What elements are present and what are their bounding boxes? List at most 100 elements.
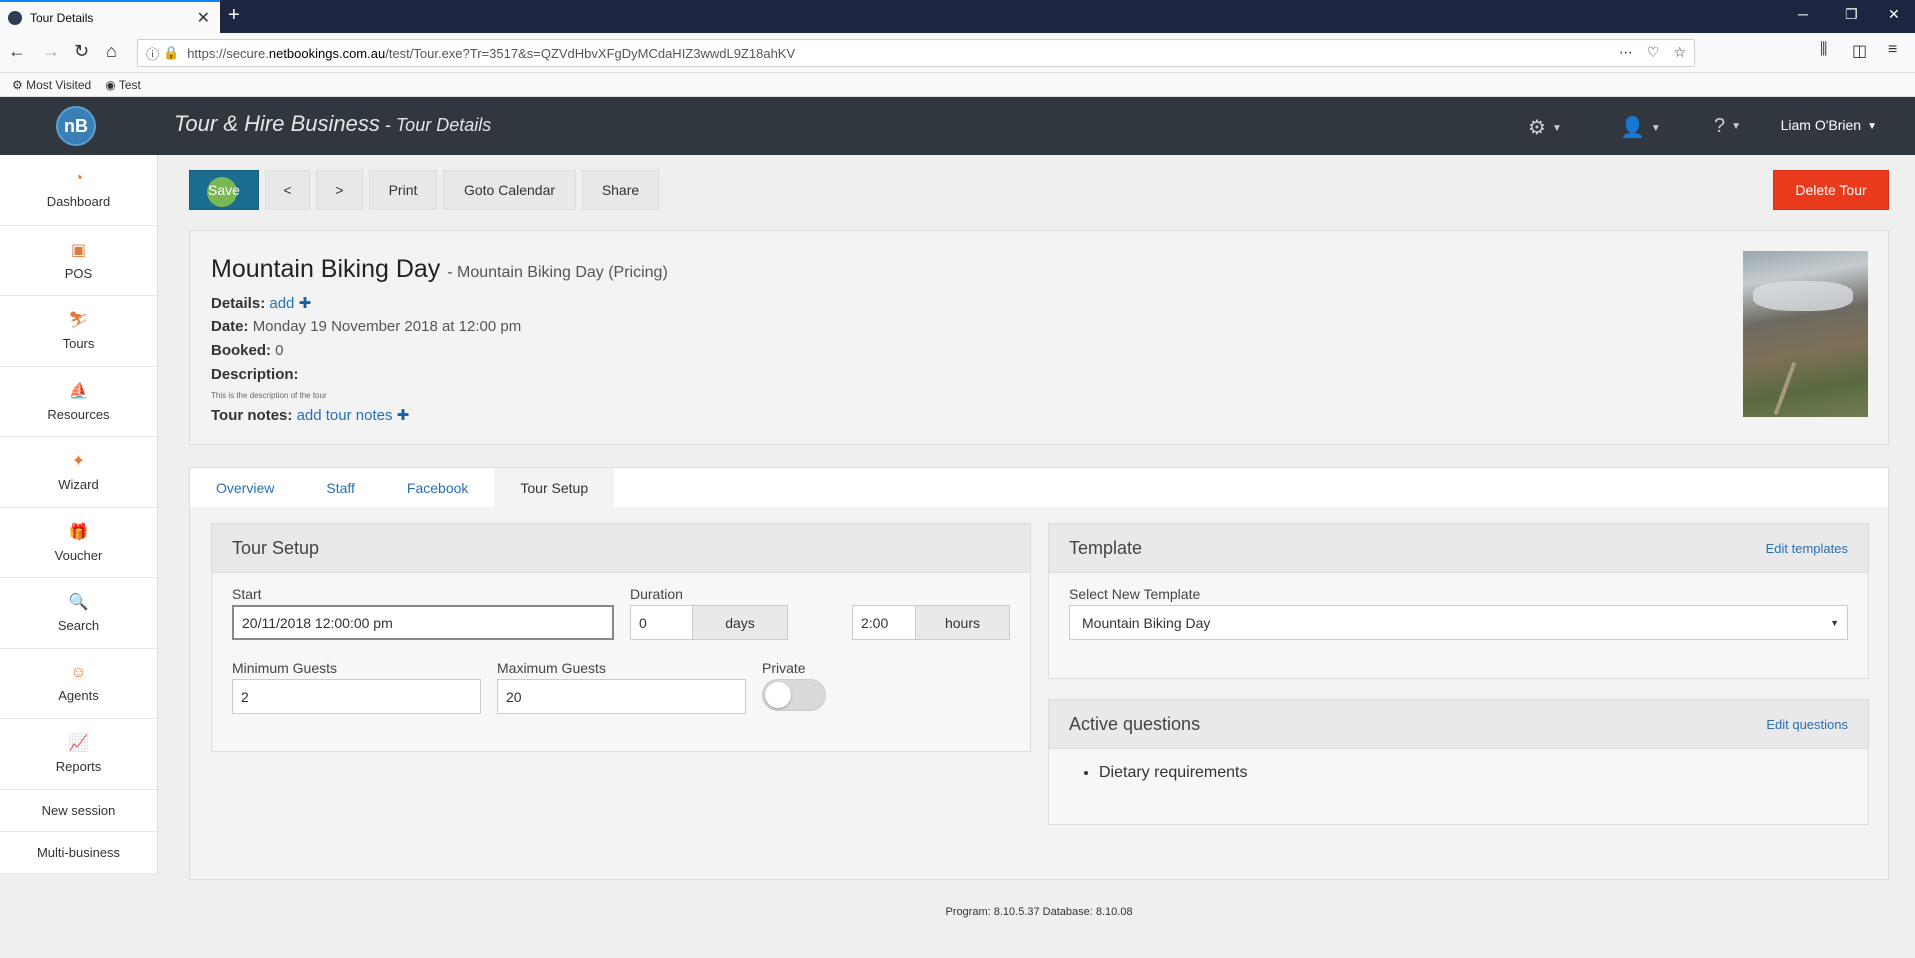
sidebar-item-resources[interactable]: ⛵ Resources — [0, 367, 157, 437]
user-agent-icon[interactable]: 👤 ▼ — [1620, 115, 1661, 140]
questions-list: Dietary requirements — [1099, 764, 1248, 782]
new-tab-button[interactable]: + — [228, 4, 240, 27]
tabs-container: Overview Staff Facebook Tour Setup Tour … — [189, 467, 1889, 880]
tab-tour-setup[interactable]: Tour Setup — [494, 468, 615, 507]
delete-tour-button[interactable]: Delete Tour — [1773, 170, 1889, 210]
logo[interactable]: nB — [56, 106, 96, 146]
help-icon[interactable]: ? ▼ — [1714, 115, 1741, 138]
print-button[interactable]: Print — [369, 170, 437, 210]
edit-questions-link[interactable]: Edit questions — [1766, 717, 1848, 732]
max-guests-input[interactable] — [497, 679, 746, 714]
tour-notes-row: Tour notes: add tour notes ✚ — [211, 407, 410, 424]
close-tab-icon[interactable]: ✕ — [197, 8, 210, 28]
tour-summary: Mountain Biking Day - Mountain Biking Da… — [189, 230, 1889, 445]
more-actions-icon[interactable]: ⋯ — [1619, 44, 1633, 61]
close-window-icon[interactable]: ✕ — [1888, 6, 1900, 23]
questions-panel: Active questions Edit questions Dietary … — [1048, 699, 1869, 825]
sidebar-item-voucher[interactable]: 🎁 Voucher — [0, 508, 157, 578]
template-select[interactable]: Mountain Biking Day ▼ — [1069, 605, 1848, 640]
details-row: Details: add ✚ — [211, 295, 312, 312]
reports-icon: 📈 — [68, 735, 89, 753]
start-label: Start — [232, 586, 262, 602]
browser-tab[interactable]: Tour Details ✕ — [0, 0, 220, 33]
agents-icon: ☺ — [70, 663, 87, 681]
tour-title: Mountain Biking Day - Mountain Biking Da… — [211, 255, 668, 283]
sidebar-new-session[interactable]: New session — [0, 790, 157, 832]
sidebar-item-pos[interactable]: ▣ POS — [0, 226, 157, 296]
pos-icon: ▣ — [70, 241, 87, 259]
sidebar-item-wizard[interactable]: ✦ Wizard — [0, 437, 157, 508]
next-button[interactable]: > — [316, 170, 363, 210]
template-header: Template Edit templates — [1049, 524, 1868, 573]
start-input[interactable] — [232, 605, 614, 640]
plus-icon: ✚ — [396, 407, 410, 424]
bookmark-test[interactable]: ◉ Test — [105, 78, 141, 92]
browser-tab-bar: Tour Details ✕ + ─ ❐ ✕ — [0, 0, 1915, 33]
user-menu[interactable]: Liam O'Brien ▼ — [1781, 117, 1877, 133]
sidebar-item-dashboard[interactable]: ◔ Dashboard — [0, 155, 157, 226]
tour-thumbnail[interactable] — [1743, 251, 1868, 417]
duration-label: Duration — [630, 586, 683, 602]
forward-icon[interactable]: → — [42, 41, 60, 62]
page-title: Tour & Hire Business - Tour Details — [174, 111, 492, 136]
add-tour-notes-link[interactable]: add tour notes ✚ — [297, 407, 410, 424]
voucher-icon: 🎁 — [68, 523, 89, 541]
duration-days-input[interactable] — [630, 605, 693, 640]
previous-button[interactable]: < — [265, 170, 310, 210]
url-bar[interactable]: ⓘ 🔒 https://secure. netbookings.com.au/te… — [137, 39, 1695, 67]
menu-icon[interactable]: ≡ — [1888, 41, 1897, 59]
settings-gear-icon[interactable]: ⚙ ▼ — [1528, 115, 1562, 140]
goto-calendar-button[interactable]: Goto Calendar — [443, 170, 576, 210]
sidebar-toggle-icon[interactable]: ◫ — [1852, 41, 1867, 61]
minimize-icon[interactable]: ─ — [1798, 6, 1808, 22]
hours-addon: hours — [915, 605, 1010, 640]
tab-overview[interactable]: Overview — [190, 468, 300, 507]
restore-icon[interactable]: ❐ — [1845, 6, 1858, 23]
sidebar-item-search[interactable]: 🔍 Search — [0, 578, 157, 649]
url-prefix: https://secure. — [187, 45, 269, 61]
bookmarks-bar: ⚙ Most Visited ◉ Test — [0, 73, 1915, 97]
sidebar-multi-business[interactable]: Multi-business — [0, 832, 157, 874]
home-icon[interactable]: ⌂ — [106, 41, 117, 62]
info-icon[interactable]: ⓘ — [146, 44, 159, 63]
list-item: Dietary requirements — [1099, 764, 1248, 782]
sidebar-item-tours[interactable]: ⛷ Tours — [0, 296, 157, 367]
add-details-link[interactable]: add ✚ — [269, 295, 311, 312]
bookmark-star-icon[interactable]: ☆ — [1673, 44, 1686, 61]
plus-icon: ✚ — [298, 295, 312, 312]
sidebar-item-agents[interactable]: ☺ Agents — [0, 649, 157, 719]
pocket-icon[interactable]: ♡ — [1647, 44, 1660, 61]
reload-icon[interactable]: ↻ — [74, 41, 89, 62]
browser-tab-title: Tour Details — [30, 10, 94, 25]
search-icon: 🔍 — [68, 594, 89, 612]
private-label: Private — [762, 660, 806, 676]
private-toggle[interactable] — [762, 679, 826, 711]
tour-pricing: - Mountain Biking Day (Pricing) — [447, 264, 668, 281]
library-icon[interactable]: ⫼ — [1820, 41, 1827, 59]
days-addon: days — [692, 605, 788, 640]
date-row: Date: Monday 19 November 2018 at 12:00 p… — [211, 318, 522, 335]
sidebar-item-reports[interactable]: 📈 Reports — [0, 719, 157, 790]
duration-hours-input[interactable] — [852, 605, 916, 640]
booked-row: Booked: 0 — [211, 342, 284, 359]
bookmark-most-visited[interactable]: ⚙ Most Visited — [12, 78, 91, 92]
browser-nav-bar: ← → ↻ ⌂ ⓘ 🔒 https://secure. netbookings.c… — [0, 33, 1915, 73]
chevron-down-icon: ▼ — [1830, 617, 1839, 628]
favicon-icon — [8, 10, 22, 25]
tab-facebook[interactable]: Facebook — [381, 468, 494, 507]
min-guests-input[interactable] — [232, 679, 481, 714]
tour-setup-header: Tour Setup — [212, 524, 1030, 573]
tours-icon: ⛷ — [68, 312, 89, 330]
resources-icon: ⛵ — [68, 382, 89, 400]
max-guests-label: Maximum Guests — [497, 660, 606, 676]
share-button[interactable]: Share — [582, 170, 659, 210]
tab-staff[interactable]: Staff — [300, 468, 381, 507]
back-icon[interactable]: ← — [8, 41, 26, 62]
questions-header: Active questions Edit questions — [1049, 700, 1868, 749]
page-subtitle: Tour Details — [395, 115, 492, 135]
edit-templates-link[interactable]: Edit templates — [1766, 541, 1848, 556]
url-domain: netbookings.com.au — [268, 45, 386, 61]
template-panel: Template Edit templates Select New Templ… — [1048, 523, 1869, 679]
tour-setup-panel: Tour Setup Start Duration days hours Min… — [211, 523, 1031, 752]
description-row: Description: — [211, 366, 299, 383]
